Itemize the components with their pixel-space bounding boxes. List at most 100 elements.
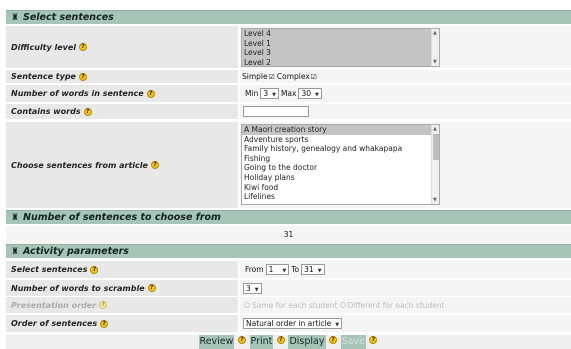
display-button[interactable]: Display [288,335,326,349]
max-words-select[interactable]: 30 ▼ [298,88,322,99]
section-title: Select sentences [23,12,114,23]
article-option[interactable]: Fishing [242,154,439,164]
sentence-count-value: 31 [283,230,294,239]
help-icon[interactable]: ? [99,301,108,309]
save-button[interactable]: Save [340,335,366,349]
different-order-radio[interactable] [339,302,346,308]
article-option[interactable]: Kiwi food [242,183,439,193]
scroll-down-icon[interactable]: ▼ [433,197,437,203]
presentation-row: Presentation order ? Same for each stude… [6,297,571,313]
chevron-down-icon: ▼ [315,92,319,98]
article-option[interactable]: Adventure sports [242,135,439,145]
order-value-cell: Natural order in article ▼ [240,315,571,332]
num-words-row: Number of words in sentence ? Min 3 ▼ Max… [6,85,571,102]
chevron-down-icon: ▼ [335,322,340,328]
sentence-type-row: Sentence type ? Simple ☑ Complex ☑ [6,70,571,83]
contains-words-label-cell: Contains words ? [6,104,238,119]
scroll-up-icon[interactable]: ▲ [433,30,437,36]
article-option[interactable]: Holiday plans [242,173,439,183]
section-title: Number of sentences to choose from [23,212,221,223]
scroll-down-icon[interactable]: ▼ [433,59,437,65]
section-header-count: ♜ Number of sentences to choose from [6,210,571,224]
help-icon[interactable]: ? [100,319,109,328]
help-icon[interactable]: ? [146,89,155,98]
help-icon[interactable]: ? [369,335,378,344]
from-value: 1 [268,265,274,274]
review-button[interactable]: Review [198,335,235,349]
section-title: Activity parameters [23,246,129,257]
help-icon[interactable]: ? [147,284,156,292]
scroll-thumb[interactable] [433,134,439,160]
help-icon[interactable]: ? [79,43,88,51]
scramble-select[interactable]: 3 ▼ [243,282,262,294]
to-label: To [291,265,300,274]
help-icon[interactable]: ? [83,107,92,116]
presentation-label: Presentation order [11,300,97,310]
presentation-label-cell: Presentation order ? [6,297,238,313]
print-button[interactable]: Print [249,335,274,349]
contains-words-value-cell [240,104,571,119]
help-icon[interactable]: ? [237,335,246,344]
article-row: Choose sentences from article ? A Maori … [6,122,571,208]
help-icon[interactable]: ? [78,72,87,81]
scramble-value: 3 [246,283,251,293]
article-value-cell: A Maori creation story Adventure sports … [240,122,571,208]
presentation-value-cell: Same for each student Different for each… [240,297,571,313]
difficulty-label-cell: Difficulty level ? [6,26,238,68]
article-option[interactable]: Family history, genealogy and whakapapa [242,144,439,154]
difficulty-option[interactable]: Level 4 [242,29,439,39]
article-option[interactable]: A Maori creation story [242,125,439,135]
section-header-activity: ♜ Activity parameters [6,244,571,258]
select-range-row: Select sentences ? From 1 ▼ To 31 ▼ [6,261,571,278]
action-bar: Review ? Print ? Display ? Save ? [6,335,571,349]
order-row: Order of sentences ? Natural order in ar… [6,315,571,332]
min-words-value: 3 [263,89,269,98]
max-words-value: 30 [301,89,312,98]
scroll-up-icon[interactable]: ▲ [433,126,437,132]
select-range-value-cell: From 1 ▼ To 31 ▼ [240,261,571,278]
contains-words-input[interactable] [243,106,309,117]
listbox-scrollbar[interactable]: ▲ ▼ [431,29,439,66]
difficulty-option[interactable]: Level 3 [242,48,439,58]
order-select[interactable]: Natural order in article ▼ [243,318,343,329]
listbox-scrollbar[interactable]: ▲ ▼ [431,125,439,204]
chevron-down-icon: ▼ [254,286,259,293]
article-label: Choose sentences from article [11,160,148,170]
same-order-radio[interactable] [244,302,250,308]
min-label: Min [245,89,259,98]
from-select[interactable]: 1 ▼ [265,264,290,275]
help-icon[interactable]: ? [276,335,285,344]
num-words-label: Number of words in sentence [11,89,144,98]
difficulty-option[interactable]: Level 2 [242,57,439,66]
difficulty-label: Difficulty level [11,42,77,52]
article-option[interactable]: Lifelines [242,192,439,202]
num-words-value-cell: Min 3 ▼ Max 30 ▼ [240,85,571,102]
contains-words-row: Contains words ? [6,104,571,119]
simple-label: Simple [242,72,268,81]
chevron-down-icon: ▼ [317,268,322,274]
help-icon[interactable]: ? [150,161,159,169]
chevron-down-icon: ▼ [272,92,276,98]
chevron-down-icon: ▼ [282,268,287,274]
section-header-select-sentences: ♜ Select sentences [6,10,571,24]
complex-label: Complex [276,72,310,81]
help-icon[interactable]: ? [90,265,99,274]
to-value: 31 [304,265,314,274]
select-range-label-cell: Select sentences ? [6,261,238,278]
help-icon[interactable]: ? [329,335,338,344]
castle-icon: ♜ [11,13,20,23]
complex-checkbox[interactable]: ☑ [311,73,317,81]
difficulty-option[interactable]: Level 1 [242,38,439,49]
article-option[interactable]: Going to the doctor [242,163,439,173]
sentence-type-label: Sentence type [11,72,76,81]
sentence-type-label-cell: Sentence type ? [6,70,238,83]
min-words-select[interactable]: 3 ▼ [260,88,279,99]
difficulty-row: Difficulty level ? Level 4 Level 1 Level… [6,26,571,68]
scramble-value-cell: 3 ▼ [240,280,571,296]
simple-checkbox[interactable]: ☑ [269,73,275,81]
to-select[interactable]: 31 ▼ [301,264,325,275]
article-listbox[interactable]: A Maori creation story Adventure sports … [241,124,440,205]
difficulty-listbox[interactable]: Level 4 Level 1 Level 3 Level 2 ▲ ▼ [241,28,440,67]
castle-icon: ♜ [11,213,20,223]
max-label: Max [280,89,297,98]
